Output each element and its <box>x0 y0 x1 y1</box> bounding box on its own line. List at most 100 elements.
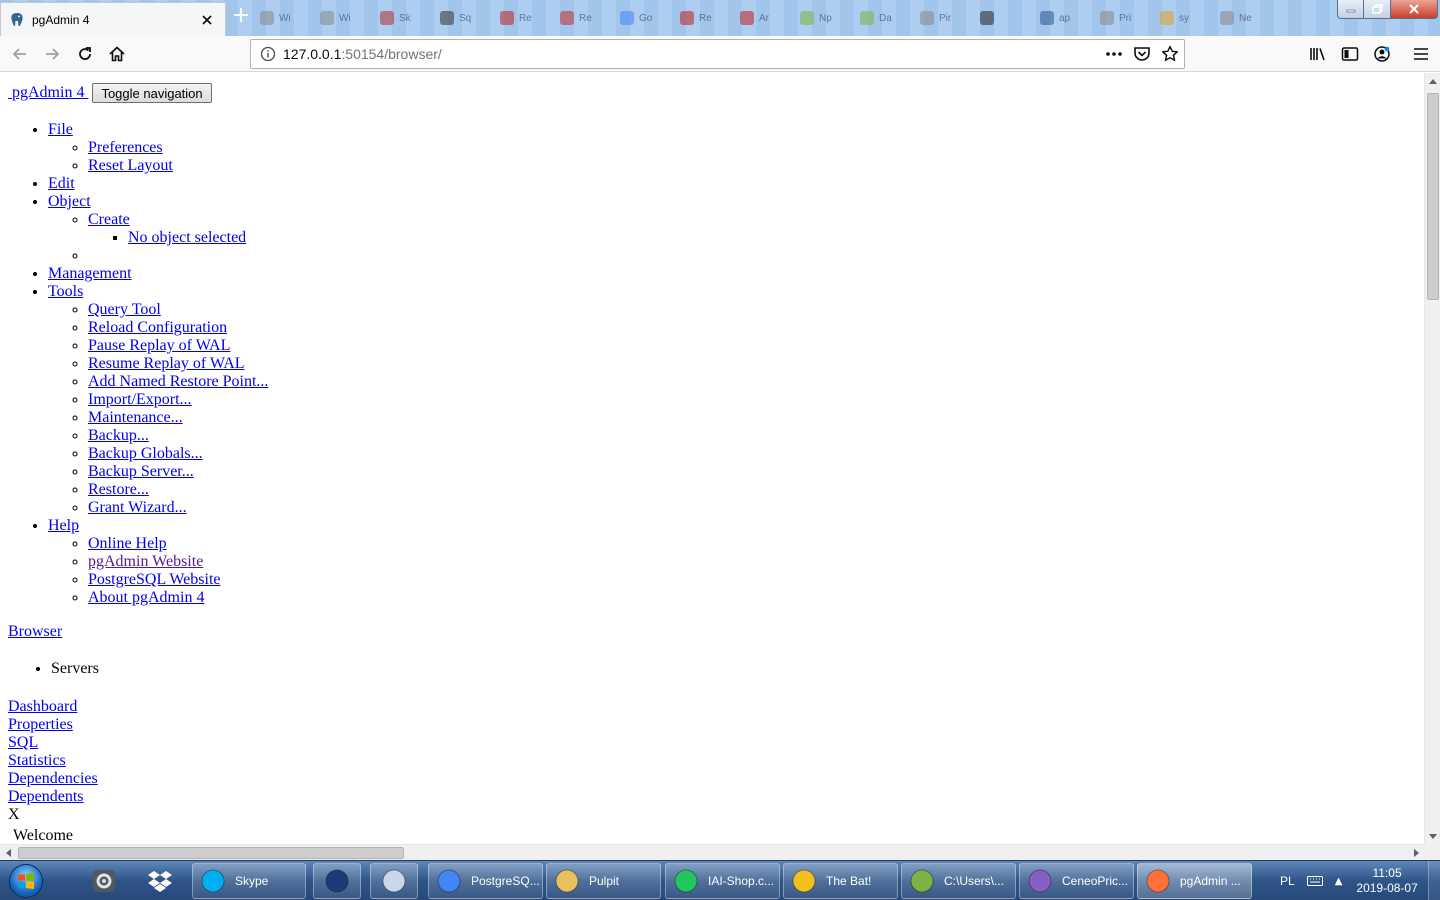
background-tab[interactable]: Go <box>616 6 676 30</box>
active-tab[interactable]: pgAdmin 4 <box>0 2 226 36</box>
menu-item-pgadmin-website[interactable]: pgAdmin Website <box>88 553 203 570</box>
background-tab[interactable]: Wi <box>316 6 376 30</box>
brand-link[interactable]: pgAdmin 4 <box>8 84 88 102</box>
sidebar-button[interactable] <box>1336 40 1364 68</box>
pocket-icon[interactable] <box>1128 40 1156 68</box>
scroll-right-icon[interactable] <box>1408 845 1424 861</box>
minimize-button[interactable] <box>1337 0 1364 19</box>
taskbar-item[interactable] <box>370 863 418 899</box>
horizontal-scrollbar[interactable] <box>0 844 1424 860</box>
menu-item-backup[interactable]: Backup... <box>88 427 149 444</box>
tab-dashboard[interactable]: Dashboard <box>8 698 77 715</box>
show-hidden-icons-icon[interactable]: ▲ <box>1335 876 1343 887</box>
taskbar-item[interactable] <box>313 863 361 899</box>
close-tab-icon[interactable] <box>197 10 217 30</box>
menu-management-link[interactable]: Management <box>48 265 132 282</box>
tab-dependencies[interactable]: Dependencies <box>8 770 98 787</box>
new-tab-button[interactable]: + <box>230 5 252 28</box>
background-tab[interactable]: Re <box>556 6 616 30</box>
menu-file-link[interactable]: File <box>48 121 73 138</box>
restore-button[interactable] <box>1364 0 1391 19</box>
bookmark-star-icon[interactable] <box>1156 40 1184 68</box>
menu-item-no-object-selected[interactable]: No object selected <box>128 229 246 246</box>
background-tab[interactable]: Ar <box>736 6 796 30</box>
keyboard-icon[interactable] <box>1306 872 1323 891</box>
menu-item-backup-globals[interactable]: Backup Globals... <box>88 445 203 462</box>
taskbar-item[interactable]: The Bat! <box>783 863 898 899</box>
taskbar-item[interactable]: Pulpit <box>546 863 661 899</box>
taskbar-item[interactable]: CeneoPric... <box>1019 863 1134 899</box>
background-tab[interactable]: Re <box>496 6 556 30</box>
vertical-scrollbar[interactable] <box>1424 73 1440 844</box>
menu-item-resume-replay-wal[interactable]: Resume Replay of WAL <box>88 355 245 372</box>
background-tab[interactable]: Da <box>856 6 916 30</box>
url-text[interactable]: 127.0.0.1:50154/browser/ <box>283 46 1100 62</box>
menu-item-create[interactable]: Create <box>88 211 130 228</box>
menu-item-add-named-restore-point[interactable]: Add Named Restore Point... <box>88 373 268 390</box>
background-tab[interactable]: Wi <box>256 6 316 30</box>
background-tab[interactable]: Sk <box>376 6 436 30</box>
menu-item-online-help[interactable]: Online Help <box>88 535 167 552</box>
menu-help-link[interactable]: Help <box>48 517 79 534</box>
close-window-button[interactable] <box>1391 0 1438 19</box>
background-tab[interactable]: Ne <box>1216 6 1276 30</box>
tab-dependents[interactable]: Dependents <box>8 788 84 805</box>
browser-panel-link[interactable]: Browser <box>8 623 62 641</box>
menu-item-restore[interactable]: Restore... <box>88 481 149 498</box>
menu-edit-link[interactable]: Edit <box>48 175 75 192</box>
background-tab[interactable]: Sq <box>436 6 496 30</box>
menu-item-preferences[interactable]: Preferences <box>88 139 163 156</box>
menu-item-backup-server[interactable]: Backup Server... <box>88 463 194 480</box>
background-tab[interactable]: sy <box>1156 6 1216 30</box>
language-indicator[interactable]: PL <box>1280 874 1295 888</box>
forward-button[interactable] <box>38 40 66 68</box>
reload-button[interactable] <box>71 40 99 68</box>
scroll-left-icon[interactable] <box>0 845 16 861</box>
background-tab[interactable]: Np <box>796 6 856 30</box>
tab-properties[interactable]: Properties <box>8 716 73 733</box>
start-button[interactable] <box>4 862 48 900</box>
home-button[interactable] <box>103 40 131 68</box>
scroll-down-icon[interactable] <box>1425 828 1440 844</box>
background-tab[interactable]: Pir <box>916 6 976 30</box>
menu-button[interactable] <box>1407 40 1435 68</box>
background-tab[interactable]: ap <box>1036 6 1096 30</box>
tab-statistics[interactable]: Statistics <box>8 752 66 769</box>
menu-object-link[interactable]: Object <box>48 193 91 210</box>
library-button[interactable] <box>1304 40 1332 68</box>
vertical-scroll-thumb[interactable] <box>1427 93 1439 300</box>
tab-sql[interactable]: SQL <box>8 734 38 751</box>
menu-item-reload-configuration[interactable]: Reload Configuration <box>88 319 227 336</box>
menu-tools-link[interactable]: Tools <box>48 283 83 300</box>
clock[interactable]: 11:05 2019-08-07 <box>1356 866 1417 896</box>
menu-item-reset-layout[interactable]: Reset Layout <box>88 157 173 174</box>
site-info-icon[interactable] <box>259 45 277 63</box>
menu-item-grant-wizard[interactable]: Grant Wizard... <box>88 499 187 516</box>
toggle-navigation-button[interactable]: Toggle navigation <box>92 83 212 103</box>
account-button[interactable] <box>1368 40 1396 68</box>
background-tab[interactable]: Re <box>676 6 736 30</box>
menu-item-about-pgadmin[interactable]: About pgAdmin 4 <box>88 589 204 606</box>
taskbar-item[interactable]: pgAdmin ... <box>1137 863 1252 899</box>
background-tab[interactable] <box>976 6 1036 30</box>
scroll-up-icon[interactable] <box>1425 73 1440 89</box>
taskbar-item[interactable]: C:\Users\... <box>901 863 1016 899</box>
page-actions-icon[interactable] <box>1100 40 1128 68</box>
menu-item-postgresql-website[interactable]: PostgreSQL Website <box>88 571 220 588</box>
menu-item-maintenance[interactable]: Maintenance... <box>88 409 183 426</box>
menu-item-pause-replay-wal[interactable]: Pause Replay of WAL <box>88 337 230 354</box>
background-tab[interactable]: Pri <box>1096 6 1156 30</box>
tree-item-servers[interactable]: Servers <box>51 660 99 678</box>
show-desktop-button[interactable] <box>1428 861 1440 900</box>
url-bar[interactable]: 127.0.0.1:50154/browser/ <box>250 39 1185 69</box>
menu-item-query-tool[interactable]: Query Tool <box>88 301 161 318</box>
back-button[interactable] <box>6 40 34 68</box>
menu-item-import-export[interactable]: Import/Export... <box>88 391 192 408</box>
taskbar-item[interactable]: IAI-Shop.c... <box>665 863 780 899</box>
tools-icon[interactable] <box>80 863 128 899</box>
taskbar-item[interactable]: Skype <box>192 863 306 899</box>
close-panel-x[interactable]: X <box>8 806 20 824</box>
horizontal-scroll-thumb[interactable] <box>18 847 404 859</box>
taskbar-item[interactable]: PostgreSQ... <box>428 863 543 899</box>
dropbox-icon[interactable] <box>136 863 184 899</box>
